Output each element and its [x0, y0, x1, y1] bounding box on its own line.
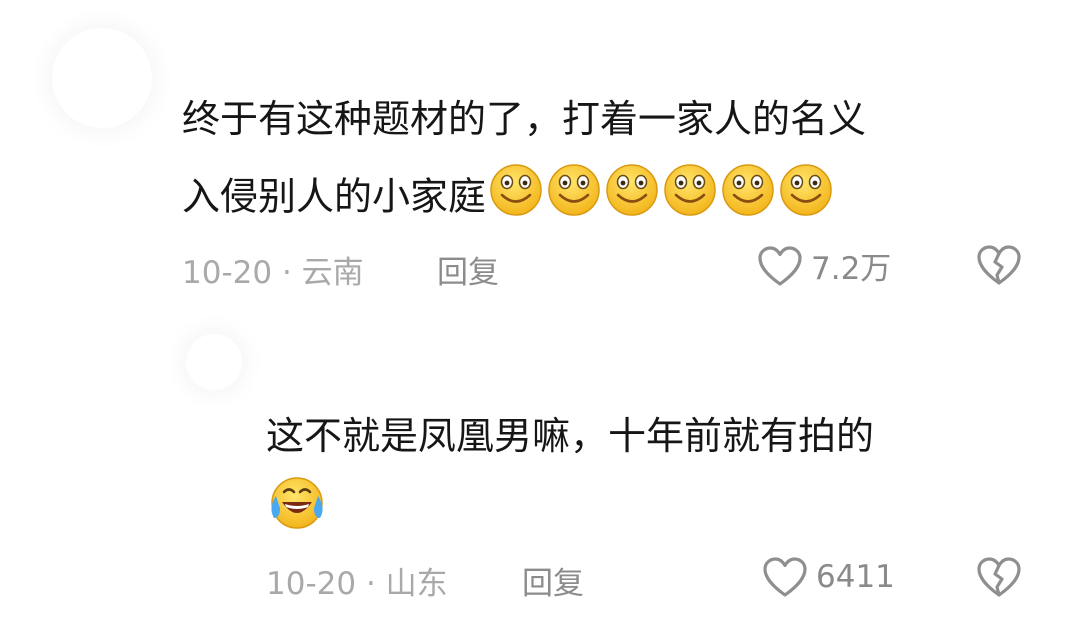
- dislike-button[interactable]: [976, 556, 1022, 602]
- avatar[interactable]: [52, 28, 152, 128]
- like-count: 6411: [816, 559, 895, 595]
- comment-text-line1: 终于有这种题材的了，打着一家人的名义: [182, 97, 867, 141]
- comment-text-line1: 这不就是凤凰男嘛，十年前就有拍的: [266, 414, 875, 458]
- broken-heart-icon: [977, 245, 1021, 285]
- smile-emoji: [778, 162, 834, 236]
- heart-icon: [758, 245, 802, 286]
- smile-emoji: [488, 162, 544, 236]
- reply-button[interactable]: 回复: [522, 558, 584, 603]
- laugh-cry-emoji: [264, 474, 326, 550]
- comment-location: 云南: [301, 255, 364, 291]
- comment-date: 10-20: [182, 255, 273, 291]
- like-button[interactable]: 6411: [762, 556, 895, 598]
- comment-location: 山东: [385, 566, 448, 602]
- comment-text-line2: [264, 474, 328, 550]
- smile-emoji: [546, 162, 602, 236]
- comment-date: 10-20: [266, 566, 357, 602]
- emoji-row: [488, 162, 836, 236]
- like-count: 7.2万: [811, 251, 892, 287]
- smile-emoji: [720, 162, 776, 236]
- comment-text-line2: 入侵别人的小家庭: [182, 162, 836, 236]
- avatar[interactable]: [186, 334, 242, 390]
- reply-button[interactable]: 回复: [437, 247, 499, 292]
- emoji-row: [264, 474, 328, 550]
- like-button[interactable]: 7.2万: [757, 243, 891, 288]
- heart-icon: [763, 557, 807, 597]
- meta-separator: ·: [281, 255, 292, 291]
- comment-meta: 10-20 · 山东: [266, 558, 448, 603]
- dislike-button[interactable]: [976, 244, 1022, 290]
- smile-emoji: [662, 162, 718, 236]
- comment-meta: 10-20 · 云南: [182, 247, 364, 292]
- smile-emoji: [604, 162, 660, 236]
- broken-heart-icon: [977, 557, 1021, 597]
- meta-separator: ·: [365, 566, 376, 602]
